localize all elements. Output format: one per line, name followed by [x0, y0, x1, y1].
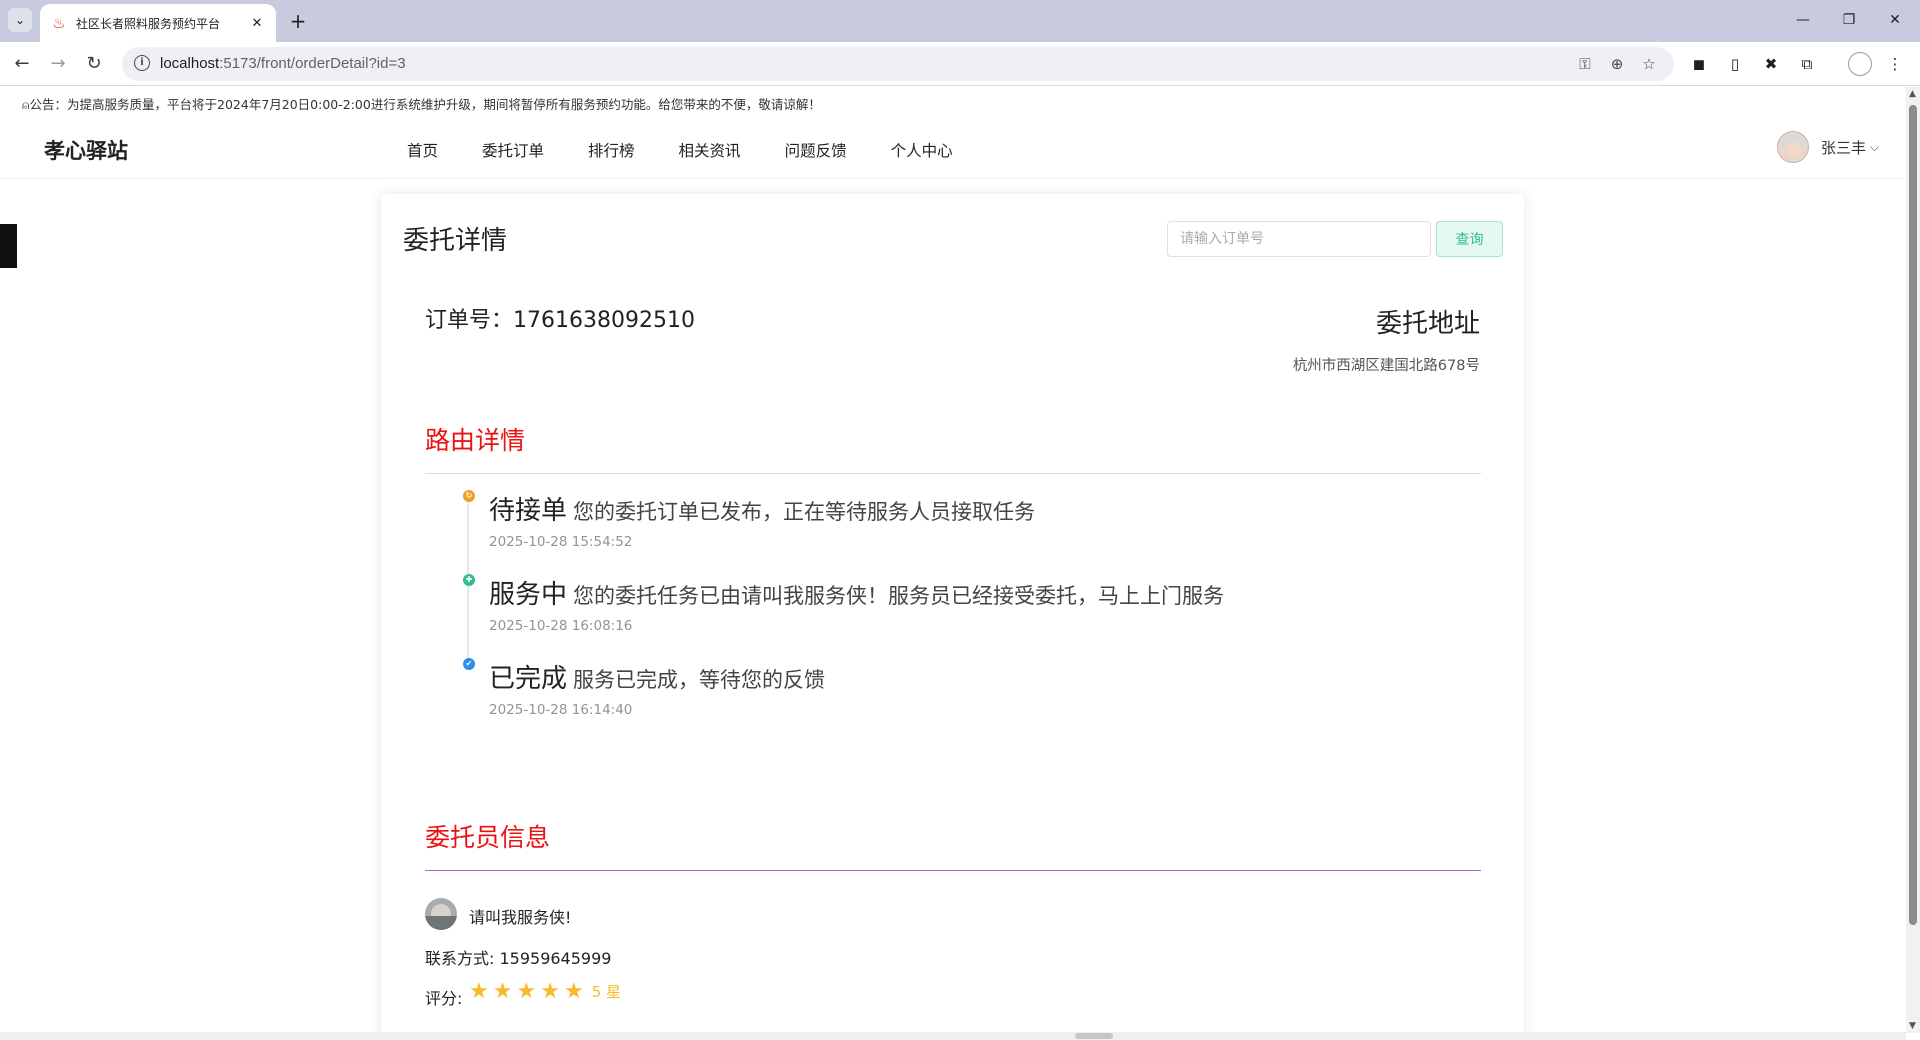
route-divider: [425, 473, 1481, 474]
horizontal-scrollbar[interactable]: [0, 1032, 1906, 1040]
zoom-icon[interactable]: ⊕: [1606, 53, 1628, 75]
search-button[interactable]: 查询: [1436, 221, 1503, 257]
timeline-status: 已完成: [489, 664, 568, 694]
star-icon: ★: [516, 979, 537, 1004]
timeline-status: 待接单: [489, 496, 568, 526]
url-host: localhost: [160, 55, 220, 72]
extension-x-icon[interactable]: ✖: [1760, 53, 1782, 75]
address-title: 委托地址: [1375, 309, 1480, 339]
announcement-text: 公告：为提高服务质量，平台将于2024年7月20日0:00-2:00进行系统维护…: [29, 97, 821, 112]
employee-avatar: [425, 898, 457, 930]
order-number: 订单号：1761638092510: [425, 308, 695, 333]
timeline-desc: 您的委托任务已由请叫我服务侠！服务员已经接受委托，马上上门服务: [573, 584, 1225, 608]
password-key-icon[interactable]: ⚿: [1574, 53, 1596, 75]
employee-name: 请叫我服务侠!: [469, 908, 572, 927]
address-text: 杭州市西湖区建国北路678号: [1292, 358, 1480, 374]
employee-divider: [425, 870, 1481, 871]
timeline-time: 2025-10-28 16:14:40: [489, 702, 633, 718]
page-title: 委托详情: [403, 226, 508, 256]
star-icon: ★: [469, 979, 489, 1004]
site-header: 孝心驿站 首页 委托订单 排行榜 相关资讯 问题反馈 个人中心 张三丰 ⌵: [0, 115, 1906, 179]
employee-section-title: 委托员信息: [425, 823, 551, 852]
back-icon[interactable]: ←: [8, 50, 36, 78]
user-avatar[interactable]: [1777, 131, 1809, 163]
route-section-title: 路由详情: [425, 426, 526, 455]
browser-toolbar: ← → ↻ i localhost:5173/front/orderDetail…: [0, 42, 1920, 86]
forward-icon[interactable]: →: [44, 50, 72, 78]
timeline-status-line: 服务中 您的委托任务已由请叫我服务侠！服务员已经接受委托，马上上门服务: [489, 574, 1224, 611]
reload-icon[interactable]: ↻: [80, 50, 108, 78]
timeline-status-line: 待接单 您的委托订单已发布，正在等待服务人员接取任务: [489, 490, 1035, 527]
rating-stars: ★ ★ ★ ★ ★ 5 星: [469, 979, 621, 1004]
more-menu-icon[interactable]: ⋮: [1884, 53, 1906, 75]
nav-ranking[interactable]: 排行榜: [588, 139, 635, 161]
chevron-down-icon[interactable]: ⌵: [1870, 140, 1879, 155]
new-tab-icon[interactable]: +: [284, 8, 312, 36]
side-widget-tab[interactable]: [0, 224, 17, 268]
reading-list-icon[interactable]: ▯: [1724, 53, 1746, 75]
scroll-thumb[interactable]: [1909, 105, 1917, 925]
pending-icon: ↻: [463, 490, 475, 502]
nav-news[interactable]: 相关资讯: [679, 139, 741, 161]
extensions-puzzle-icon[interactable]: ⧉: [1796, 53, 1818, 75]
bell-icon: ⍝: [22, 97, 30, 112]
scroll-up-icon[interactable]: ▲: [1909, 89, 1916, 99]
site-logo[interactable]: 孝心驿站: [44, 135, 128, 165]
timeline-time: 2025-10-28 15:54:52: [489, 534, 633, 550]
url-path: :5173/front/orderDetail?id=3: [219, 55, 406, 72]
extension-icon[interactable]: ◼: [1688, 53, 1710, 75]
page-viewport: ⍝公告：为提高服务质量，平台将于2024年7月20日0:00-2:00进行系统维…: [0, 87, 1906, 1033]
star-icon: ★: [540, 979, 560, 1004]
favicon-icon: ♨: [52, 14, 66, 32]
nav-feedback[interactable]: 问题反馈: [785, 139, 847, 161]
restore-icon[interactable]: ❐: [1826, 6, 1872, 34]
timeline-time: 2025-10-28 16:08:16: [489, 618, 633, 634]
timeline-status: 服务中: [489, 580, 568, 610]
in-service-icon: ✚: [463, 574, 475, 586]
timeline-status-line: 已完成 服务已完成，等待您的反馈: [489, 658, 825, 695]
tab-title: 社区长者照料服务预约平台: [76, 16, 221, 31]
user-menu[interactable]: 张三丰 ⌵: [1777, 131, 1879, 163]
nav-orders[interactable]: 委托订单: [482, 139, 544, 161]
user-name[interactable]: 张三丰: [1821, 137, 1866, 158]
profile-avatar-icon[interactable]: [1848, 52, 1872, 76]
address-bar[interactable]: i localhost:5173/front/orderDetail?id=3 …: [122, 47, 1674, 81]
rating-text: 5 星: [591, 983, 621, 1001]
timeline-desc: 您的委托订单已发布，正在等待服务人员接取任务: [573, 500, 1036, 524]
order-detail-card: 委托详情 查询 订单号：1761638092510 委托地址 杭州市西湖区建国北…: [381, 194, 1524, 1033]
url-text[interactable]: localhost:5173/front/orderDetail?id=3: [160, 55, 406, 72]
scroll-down-icon[interactable]: ▼: [1909, 1021, 1916, 1031]
vertical-scrollbar[interactable]: ▲ ▼: [1906, 87, 1920, 1033]
star-icon: ★: [563, 979, 584, 1004]
timeline-desc: 服务已完成，等待您的反馈: [573, 668, 826, 692]
bookmark-star-icon[interactable]: ☆: [1638, 53, 1660, 75]
site-info-icon[interactable]: i: [134, 55, 150, 71]
browser-tab[interactable]: ♨ 社区长者照料服务预约平台 ✕: [40, 4, 276, 42]
nav-profile[interactable]: 个人中心: [891, 139, 953, 161]
tab-search-icon[interactable]: ⌄: [8, 8, 32, 32]
completed-icon: ✔: [463, 658, 475, 670]
announcement-bar: ⍝公告：为提高服务质量，平台将于2024年7月20日0:00-2:00进行系统维…: [22, 94, 821, 113]
star-icon: ★: [492, 979, 513, 1004]
browser-tab-bar: ⌄ ♨ 社区长者照料服务预约平台 ✕ + — ❐ ✕: [0, 0, 1920, 42]
order-search-input[interactable]: [1167, 221, 1431, 257]
rating-label: 评分:: [425, 989, 463, 1008]
employee-contact: 联系方式: 15959645999: [425, 949, 612, 968]
main-nav: 首页 委托订单 排行榜 相关资讯 问题反馈 个人中心: [407, 139, 997, 161]
close-window-icon[interactable]: ✕: [1872, 6, 1918, 34]
nav-home[interactable]: 首页: [407, 139, 438, 161]
minimize-icon[interactable]: —: [1780, 6, 1826, 34]
hscroll-thumb[interactable]: [1075, 1033, 1113, 1039]
close-tab-icon[interactable]: ✕: [248, 16, 266, 31]
